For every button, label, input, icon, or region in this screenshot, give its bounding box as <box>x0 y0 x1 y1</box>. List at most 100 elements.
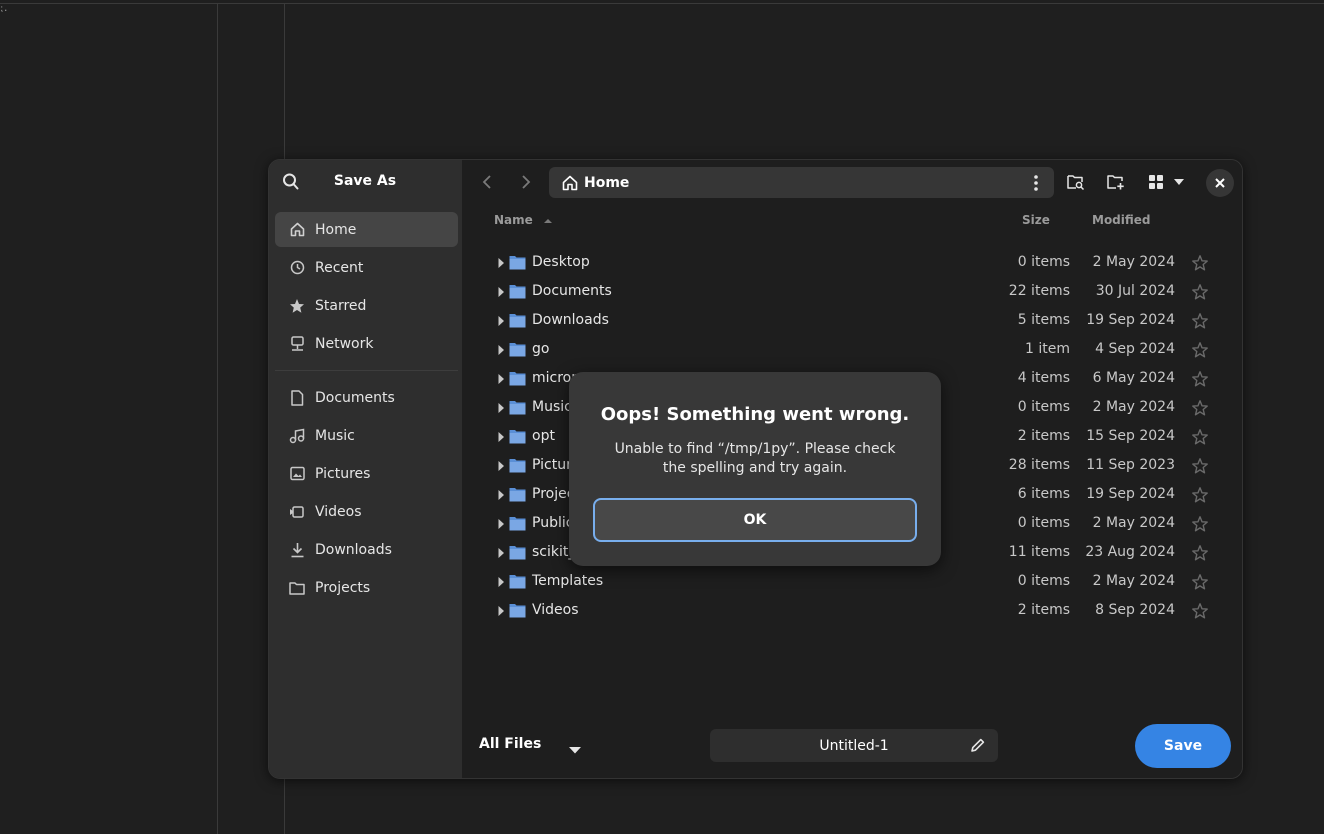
folder-icon <box>289 580 305 596</box>
file-name: Videos <box>532 602 579 618</box>
sidebar-item-recent[interactable]: Recent <box>275 250 458 285</box>
new-folder-button[interactable] <box>1099 167 1133 197</box>
folder-icon <box>509 284 526 299</box>
close-button[interactable] <box>1206 169 1234 197</box>
sort-ascending-icon <box>543 219 552 223</box>
sidebar-item-label: Downloads <box>315 541 392 558</box>
table-row[interactable]: Videos 2 items 8 Sep 2024 <box>462 597 1242 626</box>
error-dialog: Oops! Something went wrong. Unable to fi… <box>569 372 941 566</box>
sidebar-item-videos[interactable]: Videos <box>275 494 458 529</box>
sidebar-item-starred[interactable]: Starred <box>275 288 458 323</box>
chevron-left-icon <box>482 175 491 189</box>
file-name: Downloads <box>532 312 609 328</box>
table-row[interactable]: Templates 0 items 2 May 2024 <box>462 568 1242 597</box>
expander-icon[interactable] <box>497 518 505 530</box>
file-size: 0 items <box>1017 515 1070 531</box>
file-modified: 2 May 2024 <box>1092 399 1175 415</box>
expander-icon[interactable] <box>497 257 505 269</box>
sidebar-separator <box>275 370 458 371</box>
star-icon[interactable] <box>1191 486 1209 504</box>
sidebar-item-label: Pictures <box>315 465 371 482</box>
expander-icon[interactable] <box>497 344 505 356</box>
filename-field[interactable]: Untitled-1 <box>710 729 998 762</box>
sidebar-item-documents[interactable]: Documents <box>275 380 458 415</box>
folder-search-icon <box>1067 175 1085 190</box>
sidebar-places: Home Recent Starred Network Documents Mu… <box>275 212 458 608</box>
back-button[interactable] <box>470 167 504 197</box>
save-button[interactable]: Save <box>1135 724 1231 768</box>
table-row[interactable]: Desktop 0 items 2 May 2024 <box>462 249 1242 278</box>
sidebar-item-label: Videos <box>315 503 362 520</box>
file-size: 2 items <box>1017 428 1070 444</box>
column-header-size[interactable]: Size <box>1022 213 1050 227</box>
dialog-title: Save As <box>333 173 397 189</box>
grid-icon <box>1149 175 1163 189</box>
file-size: 0 items <box>1017 254 1070 270</box>
grid-view-button[interactable] <box>1139 167 1173 197</box>
view-options-button[interactable] <box>1169 167 1189 197</box>
star-icon[interactable] <box>1191 515 1209 533</box>
file-filter-label[interactable]: All Files <box>479 736 541 752</box>
home-icon <box>289 222 305 238</box>
folder-icon <box>509 487 526 502</box>
table-row[interactable]: Downloads 5 items 19 Sep 2024 <box>462 307 1242 336</box>
star-icon[interactable] <box>1191 457 1209 475</box>
column-header-modified[interactable]: Modified <box>1092 213 1151 227</box>
expander-icon[interactable] <box>497 373 505 385</box>
sidebar-item-home[interactable]: Home <box>275 212 458 247</box>
folder-icon <box>509 255 526 270</box>
expander-icon[interactable] <box>497 286 505 298</box>
editor-gutter-divider <box>217 3 218 834</box>
table-row[interactable]: Documents 22 items 30 Jul 2024 <box>462 278 1242 307</box>
sidebar-item-music[interactable]: Music <box>275 418 458 453</box>
folder-icon <box>509 400 526 415</box>
expander-icon[interactable] <box>497 315 505 327</box>
file-name: go <box>532 341 550 357</box>
expander-icon[interactable] <box>497 576 505 588</box>
star-icon[interactable] <box>1191 399 1209 417</box>
file-modified: 30 Jul 2024 <box>1095 283 1175 299</box>
folder-icon <box>509 545 526 560</box>
star-icon[interactable] <box>1191 428 1209 446</box>
column-name-label: Name <box>494 213 533 227</box>
search-icon[interactable] <box>282 172 300 192</box>
network-icon <box>289 335 305 352</box>
expander-icon[interactable] <box>497 431 505 443</box>
sidebar-item-label: Network <box>315 335 374 352</box>
expander-icon[interactable] <box>497 460 505 472</box>
folder-icon <box>509 516 526 531</box>
star-icon[interactable] <box>1191 573 1209 591</box>
star-icon[interactable] <box>1191 602 1209 620</box>
file-modified: 6 May 2024 <box>1092 370 1175 386</box>
sidebar-item-label: Starred <box>315 297 367 314</box>
star-icon[interactable] <box>1191 544 1209 562</box>
folder-icon <box>509 371 526 386</box>
expander-icon[interactable] <box>497 605 505 617</box>
expander-icon[interactable] <box>497 547 505 559</box>
folder-icon <box>509 342 526 357</box>
star-icon[interactable] <box>1191 370 1209 388</box>
forward-button[interactable] <box>509 167 543 197</box>
ok-button[interactable]: OK <box>593 498 917 542</box>
file-name: Pictur <box>532 457 572 473</box>
sidebar-item-network[interactable]: Network <box>275 326 458 361</box>
star-icon[interactable] <box>1191 341 1209 359</box>
file-name: opt <box>532 428 555 444</box>
search-location-button[interactable] <box>1059 167 1093 197</box>
star-icon[interactable] <box>1191 283 1209 301</box>
star-icon[interactable] <box>1191 312 1209 330</box>
location-bar[interactable]: Home <box>549 167 1054 198</box>
expander-icon[interactable] <box>497 402 505 414</box>
column-header-name[interactable]: Name <box>494 213 553 227</box>
sidebar-item-downloads[interactable]: Downloads <box>275 532 458 567</box>
chevron-down-icon[interactable] <box>568 740 582 754</box>
expander-icon[interactable] <box>497 489 505 501</box>
kebab-menu-icon[interactable] <box>1026 173 1046 193</box>
sidebar-item-pictures[interactable]: Pictures <box>275 456 458 491</box>
star-icon[interactable] <box>1191 254 1209 272</box>
file-size: 11 items <box>1008 544 1070 560</box>
folder-new-icon <box>1107 175 1124 190</box>
table-row[interactable]: go 1 item 4 Sep 2024 <box>462 336 1242 365</box>
sidebar-item-projects[interactable]: Projects <box>275 570 458 605</box>
pencil-icon[interactable] <box>970 737 986 753</box>
